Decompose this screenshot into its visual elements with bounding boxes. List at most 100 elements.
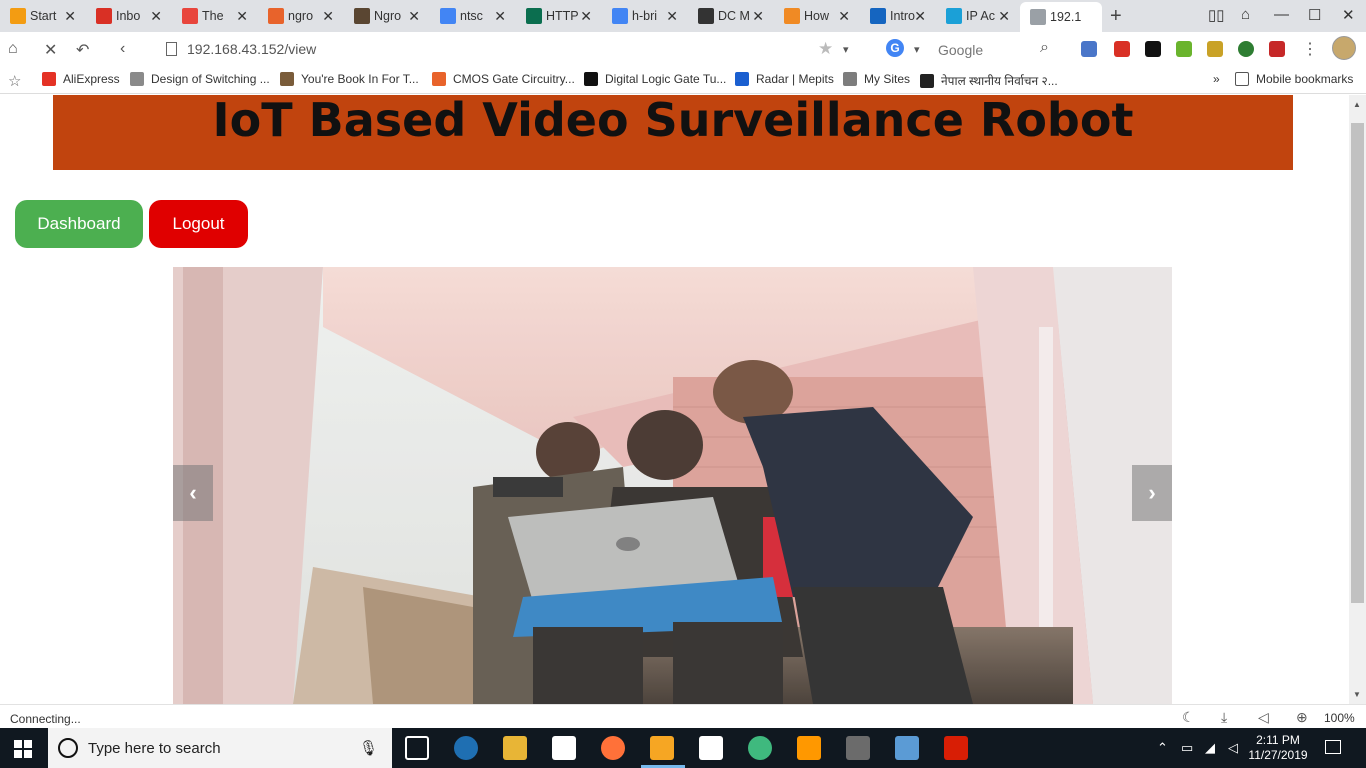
sublime-icon[interactable]	[797, 736, 821, 760]
url-text[interactable]: 192.168.43.152/view	[187, 41, 316, 57]
firefox-icon[interactable]	[601, 736, 625, 760]
file-explorer-icon[interactable]	[503, 736, 527, 760]
uc-browser-icon[interactable]	[650, 736, 674, 760]
tray-chevron-icon[interactable]: ⌃	[1157, 740, 1168, 756]
browser-tab[interactable]: DC M ✕	[688, 2, 772, 30]
browser-tab[interactable]: h-bri ✕	[602, 2, 686, 30]
bookmarks-overflow[interactable]: »	[1213, 72, 1220, 86]
close-tab-icon[interactable]: ✕	[838, 8, 850, 25]
tool-icon[interactable]	[895, 736, 919, 760]
bookmark-item[interactable]: AliExpress	[42, 72, 120, 86]
close-tab-icon[interactable]: ✕	[64, 8, 76, 25]
browser-tab[interactable]: ngro ✕	[258, 2, 342, 30]
close-tab-icon[interactable]: ✕	[408, 8, 420, 25]
minimize-button[interactable]: —	[1274, 6, 1289, 23]
tile-windows-icon[interactable]: ▯▯	[1208, 6, 1225, 24]
google-icon	[612, 8, 628, 24]
home-icon[interactable]: ⌂	[8, 40, 18, 58]
browser-tab[interactable]: How ✕	[774, 2, 858, 30]
task-view-icon[interactable]	[405, 736, 429, 760]
ngrok-box-icon	[354, 8, 370, 24]
close-window-button[interactable]: ✕	[1342, 6, 1355, 24]
bookmark-item[interactable]: You're Book In For T...	[280, 72, 419, 86]
microphone-icon[interactable]: 🎙	[359, 739, 378, 757]
network-icon[interactable]: ◢	[1205, 740, 1215, 756]
close-tab-icon[interactable]: ✕	[998, 8, 1010, 25]
undo-icon[interactable]: ↶	[76, 40, 89, 60]
bookmark-item[interactable]: CMOS Gate Circuitry...	[432, 72, 575, 86]
browser-tab[interactable]: 192.1	[1020, 2, 1102, 32]
menu-icon[interactable]: ⋮	[1302, 39, 1318, 59]
carousel-next-button[interactable]: ›	[1132, 465, 1172, 521]
system-clock[interactable]: 2:11 PM 11/27/2019	[1248, 733, 1308, 763]
scroll-down-icon[interactable]: ▼	[1353, 690, 1361, 699]
maximize-button[interactable]: ☐	[1308, 6, 1321, 24]
tampermonkey-icon[interactable]	[1145, 41, 1161, 57]
atom-icon[interactable]	[748, 736, 772, 760]
search-icon[interactable]: ⌕	[1040, 39, 1049, 57]
carousel-prev-button[interactable]: ‹	[173, 465, 213, 521]
windows-start-icon[interactable]	[14, 740, 32, 758]
browser-tab[interactable]: The ✕	[172, 2, 256, 30]
scrollbar-thumb[interactable]	[1351, 123, 1364, 603]
settings-icon[interactable]	[454, 736, 478, 760]
volume-icon[interactable]: ◁	[1228, 740, 1238, 756]
browser-tab[interactable]: ntsc ✕	[430, 2, 514, 30]
page-scrollbar[interactable]: ▲ ▼	[1349, 95, 1366, 704]
avatar[interactable]	[1332, 36, 1356, 60]
globe-extension-icon[interactable]	[1238, 41, 1254, 57]
pin-icon[interactable]: ⌂	[1241, 6, 1250, 23]
dashboard-button[interactable]: Dashboard	[15, 200, 143, 248]
store-icon[interactable]	[552, 736, 576, 760]
browser-tab[interactable]: HTTP ✕	[516, 2, 600, 30]
engine-dropdown-icon[interactable]: ▾	[914, 43, 920, 56]
notification-icon[interactable]	[1325, 740, 1341, 754]
taskbar-search[interactable]: Type here to search 🎙	[48, 728, 392, 768]
bookmark-star-manage-icon[interactable]: ☆	[8, 72, 21, 90]
night-mode-icon[interactable]: ☾	[1182, 709, 1195, 726]
scroll-up-icon[interactable]: ▲	[1353, 100, 1361, 109]
bookmark-item[interactable]: नेपाल स्थानीय निर्वाचन २...	[920, 72, 1058, 89]
url-bar[interactable]: 192.168.43.152/view	[158, 36, 866, 62]
chevron-down-icon[interactable]: ▾	[843, 43, 849, 56]
search-box[interactable]: Google	[938, 42, 983, 58]
close-tab-icon[interactable]: ✕	[580, 8, 592, 25]
acrobat-icon[interactable]	[944, 736, 968, 760]
logout-button[interactable]: Logout	[149, 200, 248, 248]
close-tab-icon[interactable]: ✕	[150, 8, 162, 25]
close-tab-icon[interactable]: ✕	[914, 8, 926, 25]
back-icon[interactable]: ‹	[120, 40, 125, 58]
close-tab-icon[interactable]: ✕	[236, 8, 248, 25]
megaphone-extension-icon[interactable]	[1269, 41, 1285, 57]
bookmark-item[interactable]: Design of Switching ...	[130, 72, 270, 86]
new-tab-button[interactable]: +	[1110, 5, 1122, 28]
mobile-bookmarks[interactable]: Mobile bookmarks	[1235, 72, 1353, 86]
bookmark-item[interactable]: Radar | Mepits	[735, 72, 834, 86]
mail-icon[interactable]	[699, 736, 723, 760]
wallet-extension-icon[interactable]	[1207, 41, 1223, 57]
translate-extension-icon[interactable]	[1081, 41, 1097, 57]
bookmark-star-icon[interactable]: ★	[818, 39, 833, 59]
google-icon[interactable]: G	[886, 39, 904, 57]
zoom-icon[interactable]: ⊕	[1296, 709, 1308, 726]
close-tab-icon[interactable]: ✕	[494, 8, 506, 25]
bookmark-item[interactable]: My Sites	[843, 72, 910, 86]
sound-icon[interactable]: ◁	[1258, 709, 1269, 726]
download-icon[interactable]: ⤓	[1221, 709, 1227, 726]
stop-loading-icon[interactable]: ✕	[44, 40, 57, 60]
game-icon[interactable]	[846, 736, 870, 760]
browser-tab[interactable]: IP Ac ✕	[936, 2, 1018, 30]
close-tab-icon[interactable]: ✕	[752, 8, 764, 25]
mail-extension-icon[interactable]	[1114, 41, 1130, 57]
download-extension-icon[interactable]	[1176, 41, 1192, 57]
close-tab-icon[interactable]: ✕	[666, 8, 678, 25]
browser-tab[interactable]: Start ✕	[0, 2, 84, 30]
browser-tab[interactable]: Ngro ✕	[344, 2, 428, 30]
bookmark-item[interactable]: Digital Logic Gate Tu...	[584, 72, 726, 86]
battery-icon[interactable]: ▭	[1181, 740, 1193, 756]
browser-tab[interactable]: Intro ✕	[860, 2, 934, 30]
zoom-level[interactable]: 100%	[1324, 711, 1355, 725]
close-tab-icon[interactable]: ✕	[322, 8, 334, 25]
browser-tab[interactable]: Inbo ✕	[86, 2, 170, 30]
bookmark-label: AliExpress	[63, 72, 120, 86]
